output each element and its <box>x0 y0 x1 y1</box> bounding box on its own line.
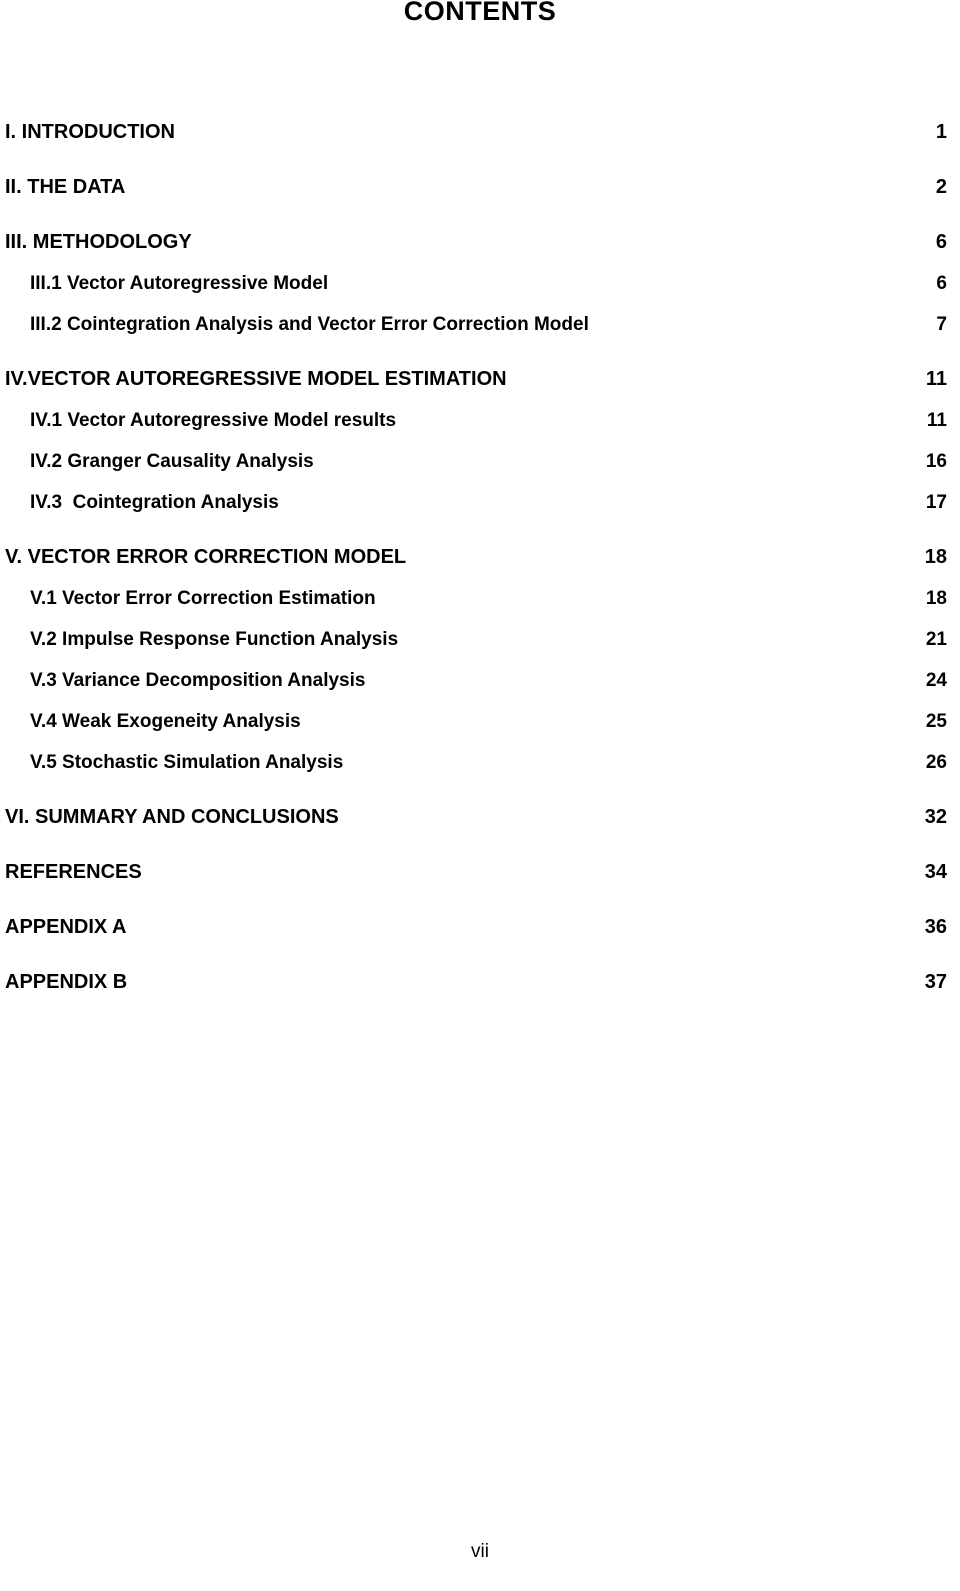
toc-entry-label: III.2 Cointegration Analysis and Vector … <box>30 314 589 335</box>
toc-entry[interactable]: III.2 Cointegration Analysis and Vector … <box>0 304 947 345</box>
toc-entry-list: I. INTRODUCTION 1 II. THE DATA 2 III. METHOD… <box>0 112 960 1003</box>
toc-entry-label: IV.1 Vector Autoregressive Model results <box>30 410 397 431</box>
toc-entry[interactable]: IV.1 Vector Autoregressive Model results… <box>0 400 947 441</box>
toc-entry-page-number: 16 <box>925 451 947 472</box>
toc-page: CONTENTS I. INTRODUCTION 1 II. THE DATA 2 II… <box>0 0 960 1591</box>
toc-entry[interactable]: V.2 Impulse Response Function Analysis 21 <box>0 619 947 660</box>
toc-entry-label: V.2 Impulse Response Function Analysis <box>30 629 399 650</box>
toc-entry-label: I. INTRODUCTION <box>5 121 175 143</box>
toc-entry[interactable]: I. INTRODUCTION 1 <box>0 112 947 153</box>
toc-entry-page-number: 21 <box>925 629 947 650</box>
toc-entry-page-number: 26 <box>925 752 947 773</box>
toc-entry-page-number: 34 <box>924 861 947 883</box>
toc-entry[interactable]: V.3 Variance Decomposition Analysis 24 <box>0 660 947 701</box>
toc-entry[interactable]: IV.3 Cointegration Analysis 17 <box>0 482 947 523</box>
toc-entry-page-number: 11 <box>925 368 947 390</box>
toc-entry[interactable]: APPENDIX B 37 <box>0 962 947 1003</box>
toc-entry[interactable]: V. VECTOR ERROR CORRECTION MODEL 18 <box>0 537 947 578</box>
toc-entry[interactable]: II. THE DATA 2 <box>0 167 947 208</box>
toc-entry-page-number: 18 <box>925 588 947 609</box>
toc-entry[interactable]: VI. SUMMARY AND CONCLUSIONS 32 <box>0 797 947 838</box>
toc-entry-label: V.4 Weak Exogeneity Analysis <box>30 711 301 732</box>
toc-entry[interactable]: IV.VECTOR AUTOREGRESSIVE MODEL ESTIMATIO… <box>0 359 947 400</box>
toc-entry[interactable]: V.5 Stochastic Simulation Analysis 26 <box>0 742 947 783</box>
toc-entry-page-number: 24 <box>925 670 947 691</box>
toc-entry-label: IV.3 Cointegration Analysis <box>30 492 279 513</box>
toc-entry-label: APPENDIX B <box>5 971 128 993</box>
toc-entry-label: III.1 Vector Autoregressive Model <box>30 273 329 294</box>
toc-entry-label: V.5 Stochastic Simulation Analysis <box>30 752 344 773</box>
toc-entry-page-number: 18 <box>924 546 947 568</box>
toc-entry-label: VI. SUMMARY AND CONCLUSIONS <box>5 806 339 828</box>
toc-entry[interactable]: III. METHODOLOGY 6 <box>0 222 947 263</box>
toc-entry[interactable]: III.1 Vector Autoregressive Model 6 <box>0 263 947 304</box>
toc-entry-page-number: 1 <box>935 121 947 143</box>
toc-entry[interactable]: APPENDIX A 36 <box>0 907 947 948</box>
toc-entry[interactable]: IV.2 Granger Causality Analysis 16 <box>0 441 947 482</box>
toc-entry-page-number: 6 <box>936 273 947 294</box>
toc-entry-label: V.3 Variance Decomposition Analysis <box>30 670 366 691</box>
toc-entry-page-number: 2 <box>935 176 947 198</box>
toc-entry-page-number: 11 <box>926 410 947 431</box>
toc-entry-label: REFERENCES <box>5 861 142 883</box>
toc-entry-label: V.1 Vector Error Correction Estimation <box>30 588 376 609</box>
footer-page-number: vii <box>471 1541 489 1562</box>
toc-entry-page-number: 6 <box>935 231 947 253</box>
toc-entry-label: II. THE DATA <box>5 176 126 198</box>
toc-entry[interactable]: V.1 Vector Error Correction Estimation 18 <box>0 578 947 619</box>
toc-entry-page-number: 32 <box>924 806 947 828</box>
toc-entry-page-number: 17 <box>925 492 947 513</box>
toc-entry-page-number: 36 <box>924 916 947 938</box>
page-title: CONTENTS <box>403 0 557 26</box>
toc-entry-label: IV.VECTOR AUTOREGRESSIVE MODEL ESTIMATIO… <box>5 368 507 390</box>
toc-entry-label: III. METHODOLOGY <box>5 231 192 253</box>
toc-entry-label: APPENDIX A <box>5 916 127 938</box>
toc-entry-page-number: 37 <box>924 971 947 993</box>
toc-entry-page-number: 25 <box>925 711 947 732</box>
toc-entry-page-number: 7 <box>936 314 947 335</box>
toc-entry[interactable]: REFERENCES 34 <box>0 852 947 893</box>
toc-entry-label: IV.2 Granger Causality Analysis <box>30 451 314 472</box>
toc-entry-label: V. VECTOR ERROR CORRECTION MODEL <box>5 546 407 568</box>
toc-entry[interactable]: V.4 Weak Exogeneity Analysis 25 <box>0 701 947 742</box>
